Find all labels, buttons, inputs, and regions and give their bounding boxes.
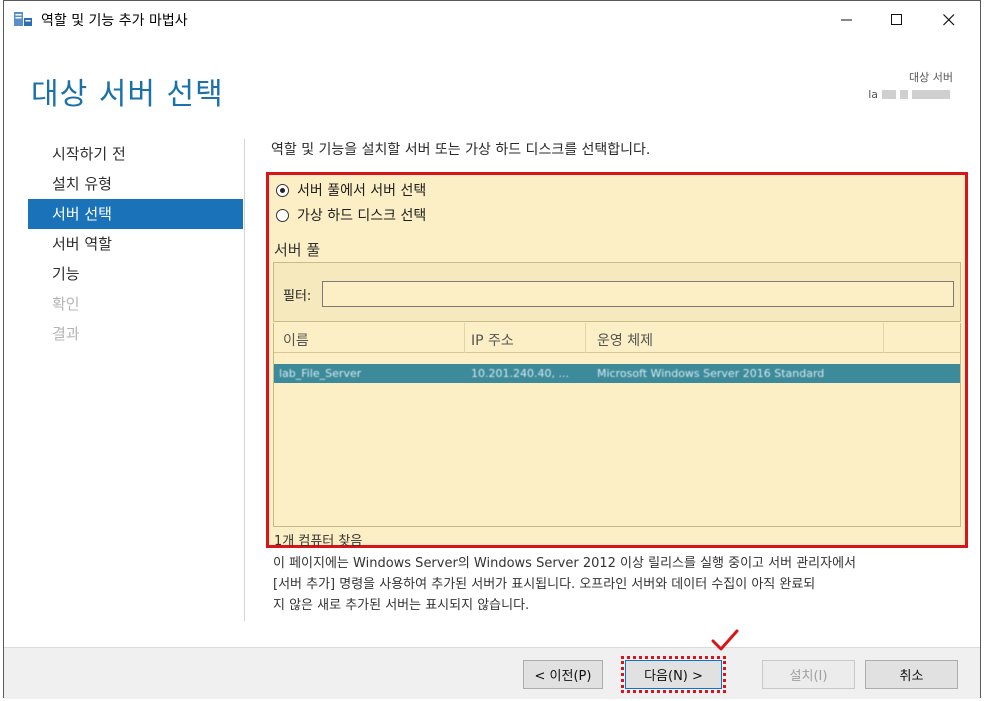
column-separator[interactable] — [585, 323, 586, 353]
close-icon — [943, 14, 955, 26]
server-pool-title: 서버 풀 — [274, 241, 321, 259]
maximize-button[interactable] — [872, 1, 922, 39]
radio-selected-icon[interactable] — [276, 183, 289, 197]
page-title: 대상 서버 선택 — [31, 77, 224, 112]
info-line: [서버 추가] 명령을 사용하여 추가된 서버가 표시됩니다. 오프라인 서버와… — [273, 577, 816, 592]
server-grid: 이름 IP 주소 운영 체제 lab_File_Server 10.201.24… — [273, 323, 961, 527]
radio-unselected-icon[interactable] — [276, 208, 289, 222]
install-button: 설치(I) — [762, 660, 855, 689]
info-line: 이 페이지에는 Windows Server의 Windows Server 2… — [273, 556, 856, 571]
destination-server-value: la — [868, 88, 950, 101]
nav-item-installation-type[interactable]: 설치 유형 — [28, 169, 243, 199]
option-virtual-hard-disk-label: 가상 하드 디스크 선택 — [297, 208, 427, 224]
nav-item-server-roles[interactable]: 서버 역할 — [28, 229, 243, 259]
close-button[interactable] — [924, 1, 974, 39]
wizard-window: 역할 및 기능 추가 마법사 대상 서버 선택 대상 서버 la 시작하기 전 … — [3, 0, 981, 699]
destination-server-name: la — [868, 88, 878, 101]
previous-button[interactable]: < 이전(P) — [523, 660, 603, 689]
cell-name: lab_File_Server — [279, 367, 362, 380]
cell-ip: 10.201.240.40, ... — [471, 367, 569, 380]
column-header-os[interactable]: 운영 체제 — [597, 330, 653, 350]
server-manager-icon — [13, 10, 33, 28]
minimize-icon — [841, 19, 852, 21]
server-selection-panel: 서버 풀에서 서버 선택 가상 하드 디스크 선택 서버 풀 필터: 이름 IP… — [266, 172, 968, 549]
column-header-name[interactable]: 이름 — [283, 330, 309, 350]
window-title: 역할 및 기능 추가 마법사 — [41, 13, 188, 29]
redacted-block — [912, 90, 950, 99]
maximize-icon — [891, 14, 902, 25]
redacted-block — [882, 90, 896, 99]
column-separator[interactable] — [464, 323, 465, 353]
nav-item-confirmation: 확인 — [52, 295, 80, 313]
option-server-pool[interactable]: 서버 풀에서 서버 선택 — [276, 180, 426, 200]
option-server-pool-label: 서버 풀에서 서버 선택 — [297, 183, 427, 199]
nav-divider — [244, 139, 245, 621]
intro-text: 역할 및 기능을 설치할 서버 또는 가상 하드 디스크를 선택합니다. — [271, 142, 651, 158]
filter-input[interactable] — [322, 281, 954, 307]
column-header-ip[interactable]: IP 주소 — [471, 330, 514, 350]
title-bar: 역할 및 기능 추가 마법사 — [4, 1, 980, 39]
nav-item-results: 결과 — [52, 325, 80, 343]
info-line: 지 않은 새로 추가된 서버는 표시되지 않습니다. — [273, 598, 530, 613]
wizard-nav: 시작하기 전 설치 유형 서버 선택 서버 역할 기능 확인 결과 — [28, 139, 243, 349]
redacted-block — [900, 90, 908, 99]
destination-server-label: 대상 서버 — [909, 71, 953, 84]
info-text: 이 페이지에는 Windows Server의 Windows Server 2… — [273, 553, 963, 616]
filter-label: 필터: — [283, 289, 312, 304]
next-button[interactable]: 다음(N) > — [621, 656, 726, 693]
nav-item-features[interactable]: 기능 — [28, 259, 243, 289]
cell-os: Microsoft Windows Server 2016 Standard — [597, 367, 825, 380]
computer-count: 1개 컴퓨터 찾음 — [274, 534, 363, 549]
filter-box: 필터: — [273, 262, 961, 322]
table-row[interactable]: lab_File_Server 10.201.240.40, ... Micro… — [274, 364, 960, 383]
nav-item-before-you-begin[interactable]: 시작하기 전 — [28, 139, 243, 169]
cancel-button[interactable]: 취소 — [865, 660, 958, 689]
nav-item-server-selection[interactable]: 서버 선택 — [28, 199, 243, 229]
column-separator[interactable] — [883, 323, 884, 353]
grid-header: 이름 IP 주소 운영 체제 — [274, 323, 960, 353]
checkmark-annotation-icon — [711, 629, 739, 651]
wizard-footer: < 이전(P) 다음(N) > 설치(I) 취소 — [4, 647, 980, 699]
option-virtual-hard-disk[interactable]: 가상 하드 디스크 선택 — [276, 205, 426, 225]
minimize-button[interactable] — [822, 1, 872, 39]
